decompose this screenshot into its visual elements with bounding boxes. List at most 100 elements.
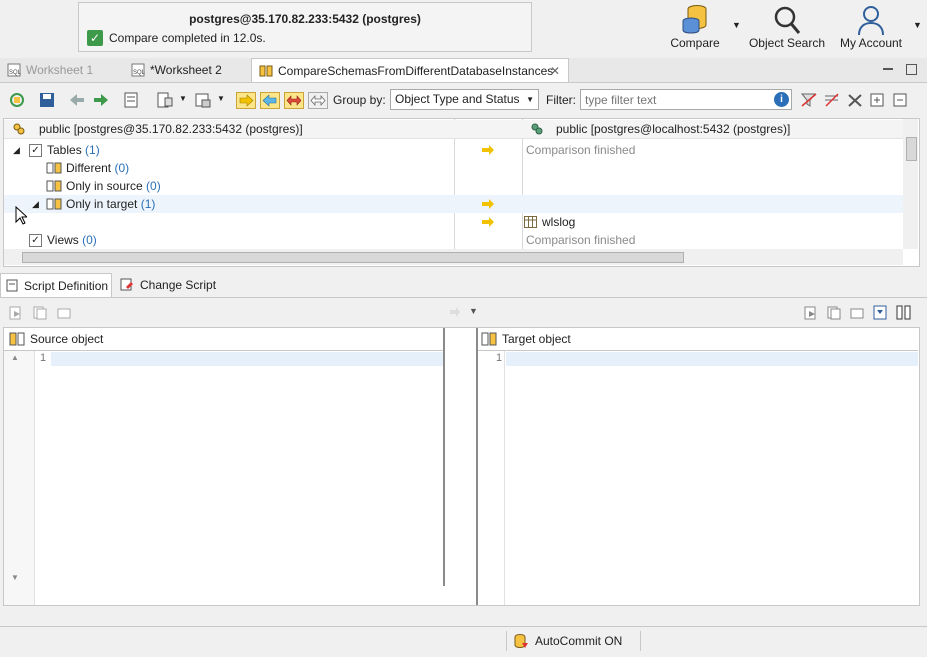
group-by-label: Group by:	[333, 93, 386, 107]
arrow-left-blue-icon	[262, 94, 277, 107]
magnifier-icon	[774, 6, 801, 34]
editor-divider-right	[476, 328, 478, 605]
horizontal-scrollbar[interactable]	[4, 249, 903, 265]
views-checkbox[interactable]: ✓	[29, 234, 42, 247]
hide-icon	[825, 93, 839, 107]
chevron-down-icon: ▼	[526, 95, 534, 104]
group-by-value: Object Type and Status	[395, 92, 520, 106]
target-editor-title: Target object	[502, 332, 571, 346]
filter-source-toggle[interactable]	[236, 92, 256, 109]
tab-script-definition[interactable]: Script Definition	[0, 273, 112, 297]
arrow-right-icon	[94, 94, 108, 106]
notification-title: postgres@35.170.82.233:5432 (postgres)	[189, 12, 421, 26]
tree-row-tables[interactable]: ◢ ✓ Tables (1) Comparison finished	[4, 141, 904, 159]
my-account-button[interactable]: My Account	[836, 4, 906, 50]
scroll-down-icon[interactable]: ▼	[11, 573, 19, 582]
object-search-label: Object Search	[748, 36, 826, 50]
editor-divider-left	[443, 328, 445, 586]
tables-checkbox[interactable]: ✓	[29, 144, 42, 157]
collapse-triangle-icon[interactable]: ◢	[32, 195, 39, 213]
row-status: Comparison finished	[526, 143, 636, 157]
compare-group-icon	[46, 162, 62, 174]
compare-label: Compare	[670, 36, 720, 50]
info-icon[interactable]: i	[774, 92, 789, 107]
target-gutter-line	[504, 351, 505, 605]
arrow-left-icon	[70, 94, 84, 106]
scrollbar-thumb[interactable]	[906, 137, 917, 161]
svg-text:SQL: SQL	[133, 70, 145, 76]
copy-icon	[827, 306, 841, 320]
bottom-tab-strip: Script Definition Change Script	[0, 273, 927, 298]
row-status: Comparison finished	[526, 233, 636, 247]
group-by-select[interactable]: Object Type and Status ▼	[390, 89, 539, 110]
tree-row-wlslog[interactable]: wlslog	[4, 213, 904, 231]
top-bar: postgres@35.170.82.233:5432 (postgres) ✓…	[0, 0, 927, 58]
minimize-icon[interactable]	[883, 68, 893, 70]
vertical-scrollbar[interactable]	[903, 119, 918, 249]
compare-group-icon	[46, 180, 62, 192]
tab-worksheet-1[interactable]: SQL Worksheet 1	[0, 58, 122, 82]
tab-compare-schemas[interactable]: CompareSchemasFromDifferentDatabaseInsta…	[251, 58, 569, 82]
copy-icon	[33, 306, 47, 320]
change-script-icon	[120, 278, 133, 291]
source-editor-line[interactable]	[51, 352, 443, 366]
script-icon	[6, 279, 18, 292]
tab-change-script[interactable]: Change Script	[116, 273, 226, 297]
close-icon[interactable]: ✕	[550, 59, 560, 83]
tree-row-only-in-target[interactable]: ◢ Only in target (1)	[4, 195, 904, 213]
maximize-icon[interactable]	[906, 64, 917, 75]
autocommit-status[interactable]: AutoCommit ON	[535, 634, 622, 648]
collapse-triangle-icon[interactable]: ◢	[13, 141, 20, 159]
script-dropdown-icon[interactable]: ▼	[179, 94, 187, 103]
tab-label: Script Definition	[24, 279, 109, 293]
user-icon	[858, 6, 884, 36]
schema-icon	[531, 123, 543, 135]
arrow-both-red-icon	[286, 95, 302, 106]
sql-worksheet-icon: SQL	[7, 63, 21, 77]
source-editor-header: Source object	[4, 328, 443, 351]
tree-row-only-in-source[interactable]: Only in source (0)	[4, 177, 904, 195]
open-icon	[57, 308, 71, 319]
refresh-compare-icon	[10, 93, 24, 107]
target-line-number: 1	[496, 352, 503, 364]
filter-target-toggle[interactable]	[260, 92, 280, 109]
row-label: Tables (1)	[47, 143, 100, 157]
save-icon	[40, 93, 54, 107]
tools-icon	[848, 94, 862, 107]
compare-group-icon	[46, 198, 62, 210]
compare-dropdown-icon[interactable]: ▼	[732, 20, 741, 30]
source-line-number: 1	[40, 352, 47, 364]
nav-dropdown-icon[interactable]: ▼	[469, 306, 478, 316]
tree-row-different[interactable]: Different (0)	[4, 159, 904, 177]
nav-arrow-icon	[450, 307, 460, 317]
check-icon: ✓	[87, 30, 103, 46]
account-dropdown-icon[interactable]: ▼	[913, 20, 922, 30]
arrow-both-grey-icon	[310, 94, 326, 107]
filter-equal-toggle[interactable]	[308, 92, 328, 109]
scroll-up-icon[interactable]: ▲	[11, 353, 19, 362]
expand-all-icon	[870, 93, 884, 107]
compare-notification: postgres@35.170.82.233:5432 (postgres) ✓…	[78, 2, 532, 52]
export-icon	[195, 93, 211, 108]
export-dropdown-icon[interactable]: ▼	[217, 94, 225, 103]
target-editor-line[interactable]	[506, 352, 918, 366]
tab-label: Worksheet 1	[26, 63, 94, 77]
compare-button[interactable]: Compare	[666, 4, 724, 50]
tab-label: *Worksheet 2	[150, 63, 222, 77]
tab-worksheet-2[interactable]: SQL *Worksheet 2	[124, 58, 249, 82]
target-editor-header: Target object	[478, 328, 918, 351]
report-icon	[124, 92, 138, 108]
filter-input[interactable]	[580, 89, 792, 110]
row-label: Only in source (0)	[66, 179, 161, 193]
filter-different-toggle[interactable]	[284, 92, 304, 109]
row-label: Views (0)	[47, 233, 97, 247]
row-label: Different (0)	[66, 161, 130, 175]
target-schema-header: public [postgres@localhost:5432 (postgre…	[556, 122, 791, 136]
scrollbar-thumb[interactable]	[22, 252, 684, 263]
sync-scroll-icon	[873, 305, 887, 320]
mouse-cursor-icon	[15, 206, 27, 225]
filter-label: Filter:	[546, 93, 576, 107]
object-search-button[interactable]: Object Search	[748, 4, 826, 50]
tree-row-views[interactable]: ✓ Views (0) Comparison finished	[4, 231, 904, 249]
arrow-right-yellow-icon	[482, 145, 494, 155]
